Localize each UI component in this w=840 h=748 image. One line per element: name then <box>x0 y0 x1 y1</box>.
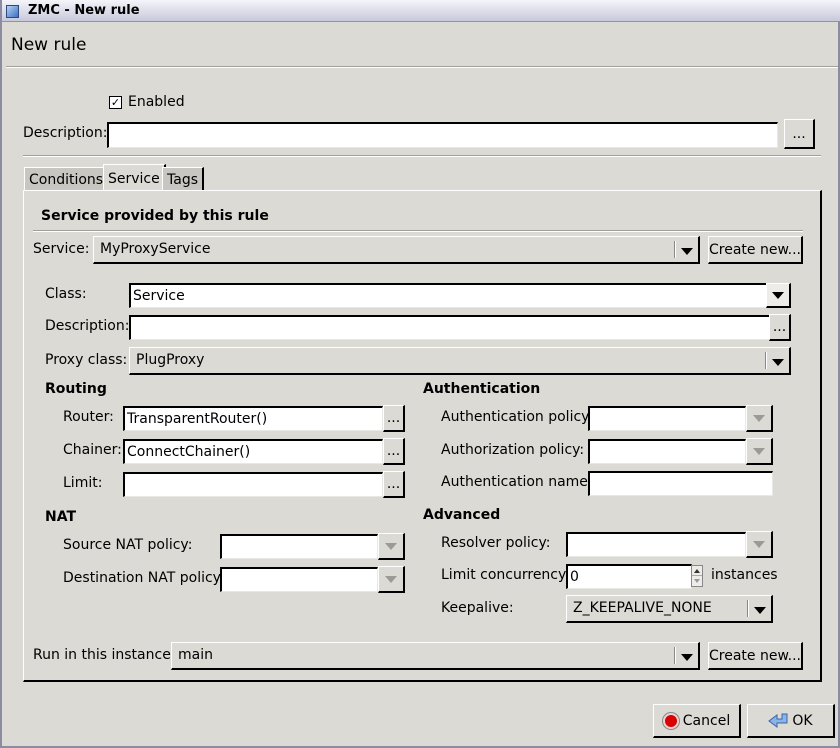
auth-policy-select[interactable] <box>588 406 746 431</box>
source-nat-dropdown-button[interactable] <box>378 533 405 560</box>
authz-policy-select[interactable] <box>588 439 746 464</box>
limit-concurrency-spinner[interactable] <box>691 565 703 587</box>
ok-button[interactable]: OK <box>747 704 835 738</box>
class-input[interactable]: Service <box>129 283 767 308</box>
service-description-label: Description: <box>45 318 130 334</box>
limit-browse-button[interactable]: ... <box>383 471 405 498</box>
proxy-class-select[interactable]: PlugProxy <box>129 347 791 375</box>
router-input[interactable]: TransparentRouter() <box>123 406 383 431</box>
chevron-down-icon <box>753 541 765 548</box>
authentication-title: Authentication <box>423 381 541 397</box>
spin-up-icon[interactable] <box>692 566 702 576</box>
limit-concurrency-input[interactable]: 0 <box>566 564 692 589</box>
class-label: Class: <box>45 286 87 302</box>
class-dropdown-button[interactable] <box>766 283 791 308</box>
tab-service[interactable]: Service <box>103 164 166 191</box>
auth-policy-dropdown-button[interactable] <box>746 405 773 432</box>
router-browse-button[interactable]: ... <box>383 405 405 432</box>
window-title: ZMC - New rule <box>28 3 140 18</box>
service-description-input[interactable] <box>129 315 770 340</box>
destination-nat-select[interactable] <box>220 567 378 592</box>
auth-name-input[interactable] <box>588 471 773 496</box>
heading-separator <box>6 66 838 68</box>
chainer-browse-button[interactable]: ... <box>383 438 405 465</box>
keepalive-label: Keepalive: <box>441 600 514 616</box>
description-label: Description: <box>23 125 108 141</box>
keepalive-select[interactable]: Z_KEEPALIVE_NONE <box>566 595 773 623</box>
source-nat-select[interactable] <box>220 534 378 559</box>
routing-title: Routing <box>45 381 107 397</box>
limit-concurrency-label: Limit concurrency: <box>441 567 570 583</box>
dialog-window: ZMC - New rule New rule ✓ Enabled Descri… <box>0 0 840 748</box>
limit-input[interactable] <box>123 472 383 497</box>
enabled-checkbox[interactable]: ✓ <box>109 96 122 109</box>
service-section-separator <box>33 230 803 232</box>
dialog-heading: New rule <box>11 35 87 55</box>
tab-conditions[interactable]: Conditions <box>24 167 110 191</box>
spin-down-icon[interactable] <box>692 576 702 586</box>
app-icon <box>6 5 19 18</box>
resolver-policy-dropdown-button[interactable] <box>746 531 773 558</box>
resolver-policy-select[interactable] <box>566 532 746 557</box>
chevron-down-icon <box>772 292 784 299</box>
destination-nat-dropdown-button[interactable] <box>378 566 405 593</box>
chevron-down-icon <box>753 415 765 422</box>
advanced-title: Advanced <box>423 507 501 523</box>
service-label: Service: <box>33 241 90 257</box>
chevron-down-icon <box>772 359 784 366</box>
authz-policy-dropdown-button[interactable] <box>746 438 773 465</box>
enter-arrow-icon <box>768 713 790 729</box>
instances-label: instances <box>711 567 778 583</box>
cancel-button[interactable]: Cancel <box>653 704 741 738</box>
authz-policy-label: Authorization policy: <box>441 442 585 458</box>
chevron-down-icon <box>754 607 766 614</box>
create-instance-button[interactable]: Create new... <box>708 642 803 670</box>
service-section-title: Service provided by this rule <box>41 208 269 224</box>
stop-icon <box>662 712 679 729</box>
nat-title: NAT <box>45 509 77 525</box>
description-browse-button[interactable]: ... <box>784 119 815 149</box>
enabled-label[interactable]: Enabled <box>128 94 185 110</box>
description-input[interactable] <box>107 122 778 148</box>
router-label: Router: <box>63 409 114 425</box>
chevron-down-icon <box>681 654 693 661</box>
title-bar[interactable]: ZMC - New rule <box>2 0 840 22</box>
instance-label: Run in this instance: <box>33 647 176 663</box>
create-service-button[interactable]: Create new... <box>708 236 803 264</box>
service-select[interactable]: MyProxyService <box>93 236 700 264</box>
limit-label: Limit: <box>63 475 103 491</box>
auth-policy-label: Authentication policy: <box>441 409 594 425</box>
resolver-policy-label: Resolver policy: <box>441 535 551 551</box>
tab-tags[interactable]: Tags <box>162 167 204 191</box>
chainer-input[interactable]: ConnectChainer() <box>123 439 383 464</box>
proxy-class-label: Proxy class: <box>45 352 128 368</box>
instance-select[interactable]: main <box>171 642 700 670</box>
source-nat-label: Source NAT policy: <box>63 537 193 553</box>
chainer-label: Chainer: <box>63 442 122 458</box>
chevron-down-icon <box>753 448 765 455</box>
chevron-down-icon <box>385 576 397 583</box>
description-separator <box>23 155 821 157</box>
auth-name-label: Authentication name: <box>441 474 593 490</box>
chevron-down-icon <box>681 248 693 255</box>
chevron-down-icon <box>385 543 397 550</box>
destination-nat-label: Destination NAT policy: <box>63 570 225 586</box>
service-description-browse-button[interactable]: ... <box>769 314 791 341</box>
